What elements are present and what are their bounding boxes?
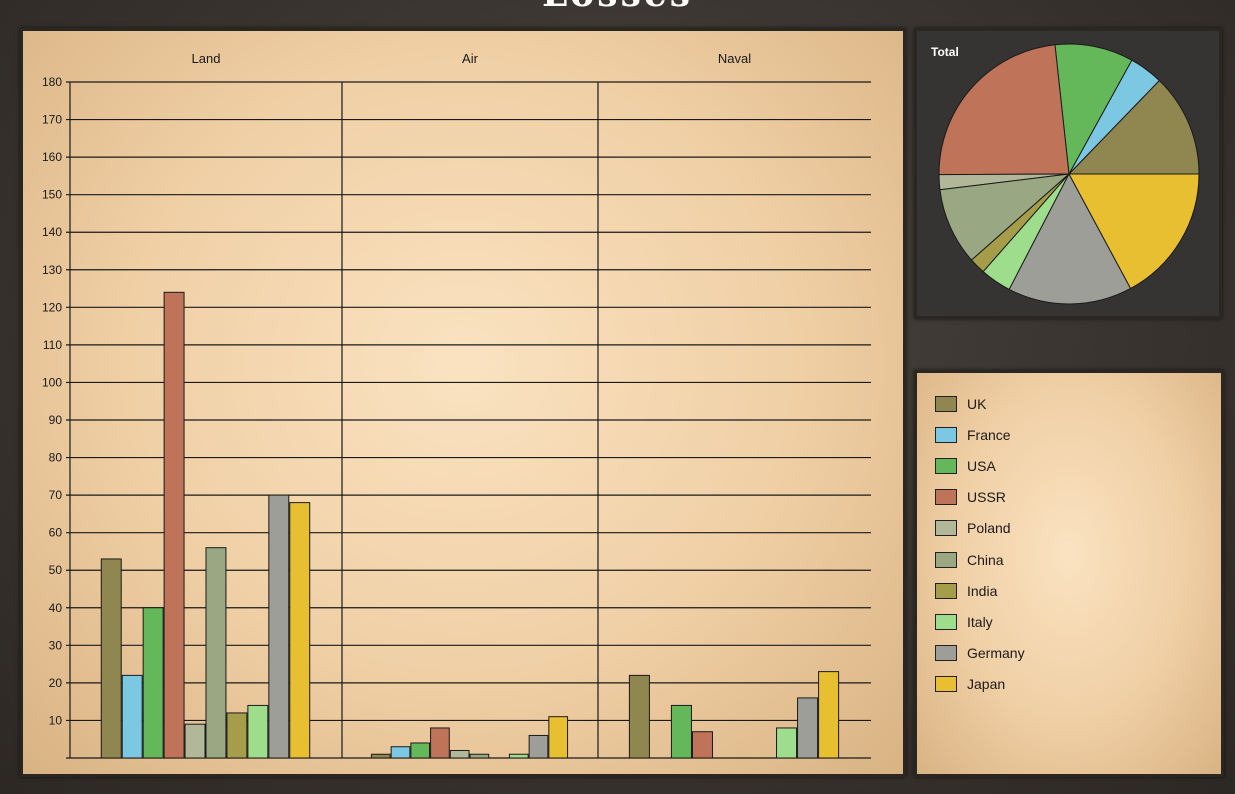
legend-item-france: France bbox=[935, 425, 1011, 445]
page-title: Losses bbox=[0, 0, 1235, 14]
legend-swatch bbox=[935, 551, 957, 568]
bar-germany-air bbox=[528, 734, 549, 759]
bar-chart: 10 20 30 40 50 60 70 80 90 100 110 120 130 140 150 160 1… bbox=[42, 51, 871, 759]
bar-italy-land bbox=[247, 704, 269, 759]
legend-label: UK bbox=[967, 396, 987, 412]
legend-label: China bbox=[967, 551, 1004, 568]
legend-label: Italy bbox=[967, 613, 993, 630]
group-label: Land bbox=[192, 51, 221, 66]
y-tick-label: 70 bbox=[49, 488, 63, 502]
legend-item-poland: Poland bbox=[935, 518, 1011, 538]
legend-label: USA bbox=[967, 458, 996, 475]
y-tick-label: 150 bbox=[42, 188, 62, 202]
y-tick-label: 40 bbox=[49, 601, 63, 615]
bar-chart-panel: 10 20 30 40 50 60 70 80 90 100 110 120 130 140 150 160 1… bbox=[20, 28, 906, 777]
y-tick-label: 80 bbox=[49, 451, 63, 465]
bar-ussr-air bbox=[430, 727, 450, 759]
legend-swatch bbox=[935, 396, 957, 412]
legend-swatch bbox=[935, 489, 957, 506]
bar-france-air bbox=[390, 746, 411, 759]
y-tick-label: 20 bbox=[49, 676, 63, 690]
legend-swatch bbox=[935, 427, 957, 444]
legend-swatch bbox=[935, 582, 957, 599]
y-tick-label: 170 bbox=[42, 113, 62, 127]
y-tick-label: 60 bbox=[49, 526, 63, 540]
bar-germany-land bbox=[268, 494, 290, 759]
bar-india-land bbox=[226, 712, 248, 759]
legend-item-japan: Japan bbox=[935, 674, 1005, 694]
bar-uk-naval bbox=[628, 674, 650, 759]
legend-item-uk: UK bbox=[935, 394, 986, 414]
bar-ussr-naval bbox=[691, 731, 713, 759]
pie-chart bbox=[938, 43, 1200, 305]
legend-item-india: India bbox=[935, 581, 997, 601]
legend-item-china: China bbox=[935, 550, 1004, 570]
legend-item-italy: Italy bbox=[935, 612, 993, 632]
legend-swatch bbox=[935, 613, 957, 630]
bar-japan-land bbox=[289, 502, 311, 759]
bar-italy-air bbox=[508, 753, 529, 759]
bar-usa-land bbox=[142, 607, 164, 759]
y-tick-label: 30 bbox=[49, 638, 63, 652]
y-tick-label: 100 bbox=[42, 375, 62, 389]
bar-japan-air bbox=[548, 716, 569, 759]
bar-china-land bbox=[205, 547, 227, 759]
y-tick-label: 50 bbox=[49, 563, 63, 577]
y-tick-label: 120 bbox=[42, 300, 62, 314]
y-tick-label: 10 bbox=[49, 713, 63, 727]
bar-france-land bbox=[121, 674, 143, 759]
group-label: Air bbox=[462, 51, 479, 66]
legend-label: USSR bbox=[967, 489, 1006, 506]
legend-swatch bbox=[935, 644, 957, 661]
bar-china-air bbox=[469, 753, 490, 759]
bar-ussr-land bbox=[163, 291, 185, 759]
y-tick-label: 140 bbox=[42, 225, 62, 239]
legend-label: Poland bbox=[967, 520, 1011, 537]
legend-item-usa: USA bbox=[935, 456, 996, 476]
legend-item-germany: Germany bbox=[935, 643, 1025, 663]
bar-japan-naval bbox=[818, 671, 840, 759]
y-tick-label: 110 bbox=[43, 338, 62, 352]
bar-poland-air bbox=[449, 749, 470, 759]
legend-panel: UK France USA USSR Poland China India Italy Germ… bbox=[914, 370, 1224, 777]
y-tick-label: 160 bbox=[42, 150, 62, 164]
y-tick-label: 130 bbox=[42, 263, 62, 277]
bar-uk-land bbox=[100, 558, 122, 759]
legend-label: Japan bbox=[967, 675, 1006, 692]
legend-swatch bbox=[935, 458, 957, 475]
y-tick-label: 90 bbox=[49, 413, 63, 427]
pie-slice-ussr bbox=[938, 44, 1070, 176]
legend-label: India bbox=[967, 582, 998, 599]
bar-italy-naval bbox=[776, 727, 798, 759]
group-label: Naval bbox=[718, 51, 751, 66]
legend-label: France bbox=[967, 427, 1011, 444]
bar-usa-air bbox=[410, 742, 431, 759]
legend-item-ussr: USSR bbox=[935, 487, 1006, 507]
bar-usa-naval bbox=[670, 704, 692, 759]
legend-swatch bbox=[935, 675, 957, 692]
y-tick-label: 180 bbox=[42, 75, 62, 89]
pie-chart-title: Total bbox=[931, 45, 959, 59]
bar-poland-land bbox=[184, 723, 206, 759]
legend-label: Germany bbox=[967, 644, 1025, 661]
legend-swatch bbox=[935, 520, 957, 537]
bar-germany-naval bbox=[797, 697, 819, 759]
bar-uk-air bbox=[370, 753, 391, 759]
pie-chart-panel: Total bbox=[914, 28, 1222, 319]
